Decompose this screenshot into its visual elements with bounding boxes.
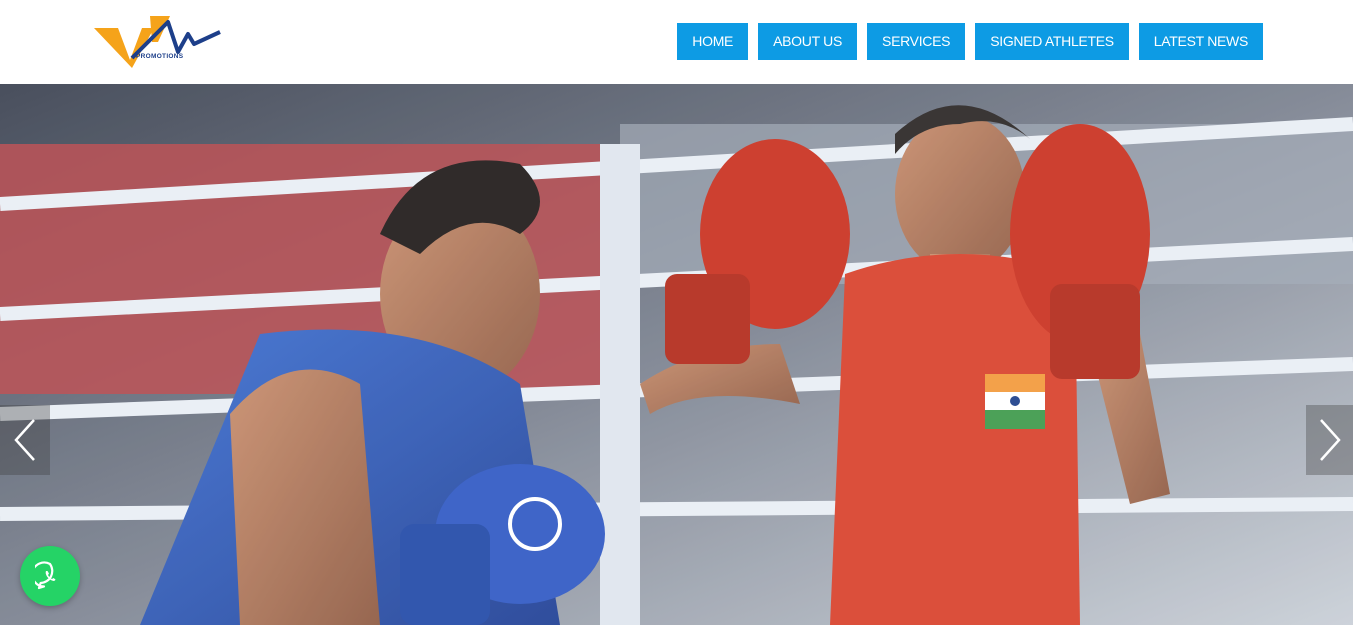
whatsapp-chat-button[interactable]: [20, 546, 80, 606]
nav-home[interactable]: HOME: [677, 23, 749, 60]
brand-logo[interactable]: PROMOTIONS: [92, 12, 224, 72]
hero-slider: [0, 84, 1353, 625]
site-header: PROMOTIONS HOME ABOUT US SERVICES SIGNED…: [0, 0, 1353, 84]
chevron-left-icon: [14, 419, 35, 461]
nav-services[interactable]: SERVICES: [867, 23, 966, 60]
whatsapp-icon: [35, 561, 56, 590]
slider-prev-button[interactable]: [0, 405, 50, 475]
hero-image: [0, 84, 1353, 625]
slider-next-button[interactable]: [1306, 405, 1353, 475]
main-navigation: HOME ABOUT US SERVICES SIGNED ATHLETES L…: [677, 23, 1263, 60]
nav-latest-news[interactable]: LATEST NEWS: [1138, 23, 1263, 60]
logo-mark-icon: [94, 16, 221, 68]
nav-signed-athletes[interactable]: SIGNED ATHLETES: [975, 23, 1129, 60]
logo-text: PROMOTIONS: [136, 53, 184, 60]
chevron-right-icon: [1319, 419, 1341, 461]
nav-about-us[interactable]: ABOUT US: [758, 23, 858, 60]
